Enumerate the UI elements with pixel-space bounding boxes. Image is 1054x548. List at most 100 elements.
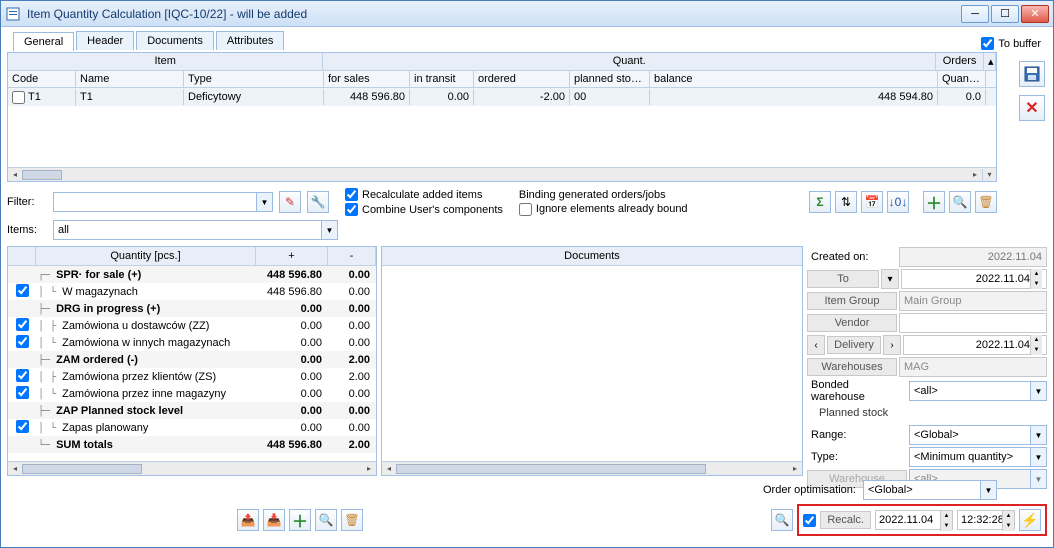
sort-icon[interactable]: ⇅ — [835, 191, 857, 213]
warehouses-field: MAG — [899, 357, 1047, 377]
row-checkbox[interactable] — [12, 91, 25, 104]
qty-row-checkbox[interactable] — [16, 386, 29, 399]
run-icon[interactable]: ⚡ — [1019, 509, 1041, 531]
ignore-checkbox[interactable] — [519, 203, 532, 216]
col-ordered[interactable]: ordered — [474, 71, 570, 87]
recalc-added-checkbox[interactable] — [345, 188, 358, 201]
tab-header[interactable]: Header — [76, 31, 134, 50]
combine-checkbox[interactable] — [345, 203, 358, 216]
items-combo[interactable]: all▼ — [53, 220, 338, 240]
window-title: Item Quantity Calculation [IQC-10/22] - … — [27, 7, 961, 21]
qty-row[interactable]: │ └ Zamówiona przez inne magazyny0.000.0… — [8, 385, 376, 402]
filter-build-icon[interactable]: 🔧 — [307, 191, 329, 213]
documents-panel: Documents ◂▸ — [381, 246, 803, 476]
save-icon[interactable] — [1019, 61, 1045, 87]
trash-icon[interactable]: 🗑 — [975, 191, 997, 213]
qty-row[interactable]: │ └ Zapas planowany0.000.00 — [8, 419, 376, 436]
grid-hscroll[interactable]: ◂▸ ▾ — [8, 167, 996, 181]
qty-row[interactable]: ├─ DRG in progress (+)0.000.00 — [8, 300, 376, 317]
grid-group-quant: Quant. — [323, 53, 936, 70]
col-code[interactable]: Code — [8, 71, 76, 87]
col-type[interactable]: Type — [184, 71, 324, 87]
minimize-button[interactable]: ─ — [961, 5, 989, 23]
qty-row[interactable]: ├─ ZAP Planned stock level0.000.00 — [8, 402, 376, 419]
delivery-next-icon[interactable]: › — [883, 335, 901, 355]
warehouses-button[interactable]: Warehouses — [807, 358, 897, 376]
export-icon[interactable]: 📤 — [237, 509, 259, 531]
search-icon[interactable]: 🔍 — [949, 191, 971, 213]
tab-general[interactable]: General — [13, 32, 74, 51]
vendor-button[interactable]: Vendor — [807, 314, 897, 332]
to-buffer-checkbox[interactable] — [981, 37, 994, 50]
remove-icon[interactable]: 🗑 — [341, 509, 363, 531]
recalc-box: Recalc. 2022.11.04▲▼ 12:32:28▲▼ ⚡ — [797, 504, 1047, 536]
grid-row[interactable]: T1 T1 Deficytowy 448 596.80 0.00 -2.00 0… — [8, 88, 996, 106]
item-group-field: Main Group — [899, 291, 1047, 311]
delivery-prev-icon[interactable]: ‹ — [807, 335, 825, 355]
qty-row[interactable]: │ ├ Zamówiona przez klientów (ZS)0.002.0… — [8, 368, 376, 385]
qty-row[interactable]: └─ SUM totals448 596.802.00 — [8, 436, 376, 453]
recalc-checkbox[interactable] — [803, 514, 816, 527]
qty-row[interactable]: │ └ Zamówiona w innych magazynach0.000.0… — [8, 334, 376, 351]
filter-combo[interactable]: ▼ — [53, 192, 273, 212]
order-opt-combo[interactable]: <Global>▼ — [863, 480, 997, 500]
to-date-field[interactable]: 2022.11.04▲▼ — [901, 269, 1047, 289]
col-name[interactable]: Name — [76, 71, 184, 87]
recalc-date-field[interactable]: 2022.11.04▲▼ — [875, 510, 953, 530]
delivery-button[interactable]: Delivery — [827, 336, 881, 354]
scroll-up-icon[interactable]: ▴ — [984, 53, 996, 70]
col-forsales[interactable]: for sales — [324, 71, 410, 87]
to-dropdown-icon[interactable]: ▾ — [881, 269, 899, 289]
documents-header: Documents — [382, 247, 802, 266]
qty-row[interactable]: ┌─ SPR· for sale (+)448 596.800.00 — [8, 266, 376, 283]
app-icon — [5, 6, 21, 22]
maximize-button[interactable]: ☐ — [991, 5, 1019, 23]
chevron-down-icon: ▼ — [321, 221, 337, 239]
qty-row[interactable]: │ ├ Zamówiona u dostawców (ZZ)0.000.00 — [8, 317, 376, 334]
close-button[interactable]: ✕ — [1021, 5, 1049, 23]
qty-row[interactable]: ├─ ZAM ordered (-)0.002.00 — [8, 351, 376, 368]
qty-row-checkbox[interactable] — [16, 335, 29, 348]
created-on-field: 2022.11.04 — [899, 247, 1047, 267]
col-intransit[interactable]: in transit — [410, 71, 474, 87]
to-nav[interactable]: To — [807, 270, 879, 288]
grid-group-orders: Orders — [936, 53, 984, 70]
col-planned[interactable]: planned stocks — [570, 71, 650, 87]
zero-icon[interactable]: ↓0↓ — [887, 191, 909, 213]
type-combo[interactable]: <Minimum quantity>▼ — [909, 447, 1047, 467]
col-quantity[interactable]: Quantity — [938, 71, 986, 87]
qty-row[interactable]: │ └ W magazynach448 596.800.00 — [8, 283, 376, 300]
recalc-time-field[interactable]: 12:32:28▲▼ — [957, 510, 1015, 530]
add-icon[interactable]: ＋ — [923, 191, 945, 213]
sigma-icon[interactable]: Σ — [809, 191, 831, 213]
delivery-date-field[interactable]: 2022.11.04▲▼ — [903, 335, 1047, 355]
find-icon[interactable]: 🔍 — [315, 509, 337, 531]
qty-row-checkbox[interactable] — [16, 369, 29, 382]
doc-search-icon[interactable]: 🔍 — [771, 509, 793, 531]
item-group-button[interactable]: Item Group — [807, 292, 897, 310]
doc-hscroll[interactable]: ◂▸ — [382, 461, 802, 475]
add-row-icon[interactable]: ＋ — [289, 509, 311, 531]
range-combo[interactable]: <Global>▼ — [909, 425, 1047, 445]
tab-bar: General Header Documents Attributes — [7, 27, 290, 50]
qty-row-checkbox[interactable] — [16, 318, 29, 331]
tab-attributes[interactable]: Attributes — [216, 31, 284, 50]
qty-row-checkbox[interactable] — [16, 284, 29, 297]
tab-documents[interactable]: Documents — [136, 31, 214, 50]
titlebar: Item Quantity Calculation [IQC-10/22] - … — [1, 1, 1053, 27]
vendor-field[interactable] — [899, 313, 1047, 333]
calendar-icon[interactable]: 📅 — [861, 191, 883, 213]
recalc-button[interactable]: Recalc. — [820, 511, 871, 529]
qty-hscroll[interactable]: ◂▸ — [8, 461, 376, 475]
main-window: Item Quantity Calculation [IQC-10/22] - … — [0, 0, 1054, 548]
items-label: Items: — [7, 224, 47, 236]
qty-row-checkbox[interactable] — [16, 420, 29, 433]
item-grid: Item Quant. Orders ▴ Code Name Type for … — [7, 52, 997, 182]
quantity-panel: Quantity [pcs.] + - ┌─ SPR· for sale (+)… — [7, 246, 377, 476]
filter-edit-icon[interactable]: ✎ — [279, 191, 301, 213]
delete-icon[interactable]: ✕ — [1019, 95, 1045, 121]
bonded-combo[interactable]: <all>▼ — [909, 381, 1047, 401]
import-icon[interactable]: 📥 — [263, 509, 285, 531]
chevron-down-icon: ▼ — [256, 193, 272, 211]
col-balance[interactable]: balance — [650, 71, 938, 87]
